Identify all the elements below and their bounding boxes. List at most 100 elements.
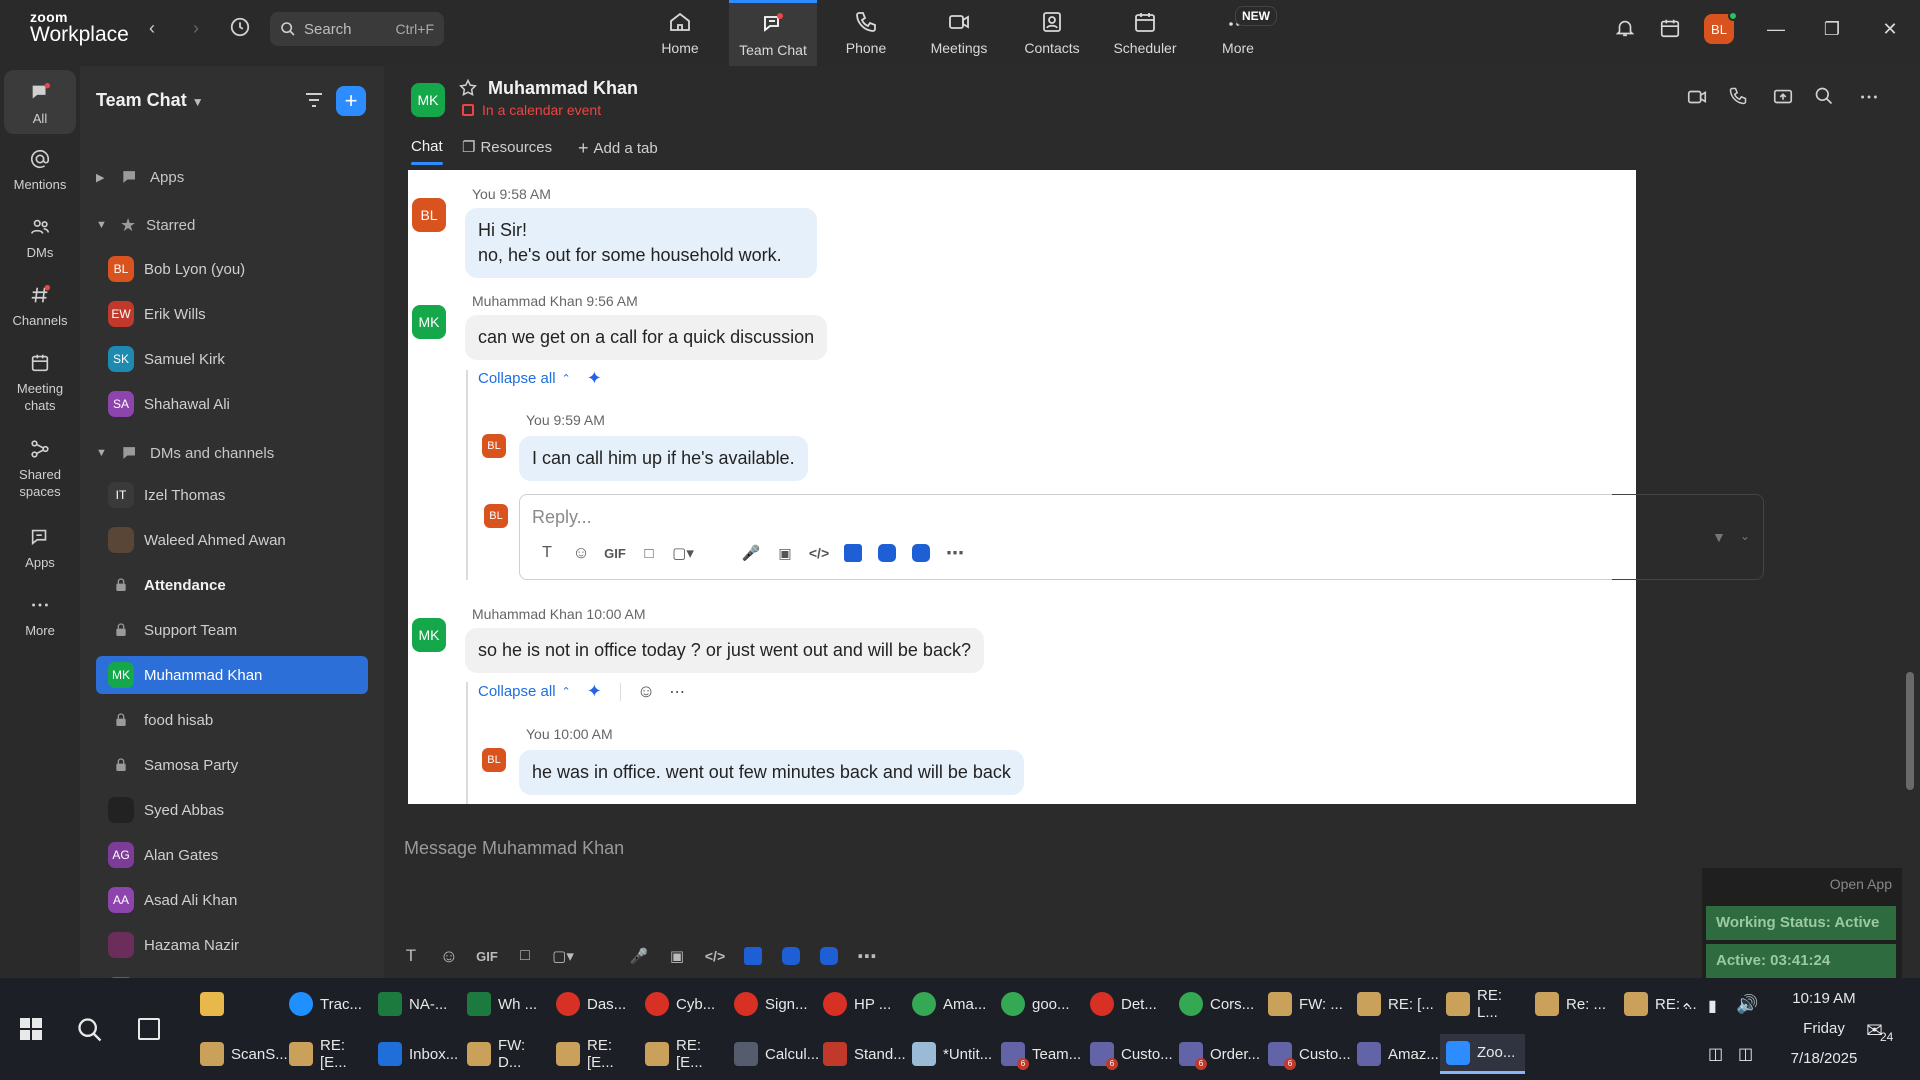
sidebar-item-channel[interactable]: food hisab: [96, 701, 368, 739]
send-icon[interactable]: ▼: [1712, 529, 1726, 545]
taskbar-app[interactable]: FW: D...: [461, 1034, 546, 1074]
taskbar-app[interactable]: Re: ...: [1529, 984, 1614, 1024]
tab-home[interactable]: Home: [636, 0, 724, 66]
taskbar-app[interactable]: NA-...: [372, 984, 457, 1024]
tab-meetings[interactable]: Meetings: [915, 0, 1003, 66]
taskbar-app[interactable]: Sign...: [728, 984, 813, 1024]
message-bubble[interactable]: so he is not in office today ? or just w…: [465, 628, 984, 673]
tab-team-chat[interactable]: Team Chat: [729, 0, 817, 66]
avatar[interactable]: MK: [412, 618, 446, 652]
app-icon-2[interactable]: [870, 541, 904, 565]
sidebar-item-channel[interactable]: Support Team: [96, 611, 368, 649]
scrollbar-thumb[interactable]: [1906, 672, 1914, 790]
clock-time[interactable]: 10:19 AM: [1774, 990, 1874, 1007]
rail-item-channels[interactable]: Channels: [4, 284, 76, 329]
rail-item-mentions[interactable]: Mentions: [4, 148, 76, 193]
section-dms-channels[interactable]: ▼ DMs and channels: [96, 434, 368, 472]
avatar[interactable]: BL: [482, 748, 506, 772]
sidebar-item-channel[interactable]: Samosa Party: [96, 746, 368, 784]
forward-arrow-icon[interactable]: ›: [184, 16, 208, 40]
taskbar-app[interactable]: 6 Order...: [1173, 1034, 1260, 1074]
sidebar-item-channel[interactable]: IT Izel Thomas: [96, 476, 368, 514]
screenshot-icon[interactable]: ▢▾: [544, 942, 582, 970]
taskbar-app[interactable]: 6 Team...: [995, 1034, 1081, 1074]
taskbar-app[interactable]: goo...: [995, 984, 1080, 1024]
file-icon[interactable]: □: [632, 541, 666, 565]
tab-contacts[interactable]: Contacts: [1008, 0, 1096, 66]
network-icon[interactable]: ◫: [1738, 1044, 1753, 1064]
rail-item-all[interactable]: All: [4, 70, 76, 134]
bell-icon[interactable]: [1613, 17, 1637, 41]
taskbar-app[interactable]: Det...: [1084, 984, 1169, 1024]
app-icon-3[interactable]: [810, 942, 848, 970]
more-icon[interactable]: ⋯: [848, 942, 886, 970]
reply-input[interactable]: Reply... T ☺ GIF □ ▢▾ 🎤 ▣ </> ⋯: [519, 494, 1636, 580]
message-bubble[interactable]: he was in office. went out few minutes b…: [519, 750, 1024, 795]
video-message-icon[interactable]: ▣: [768, 541, 802, 565]
section-apps[interactable]: ▶ Apps: [96, 158, 368, 196]
taskbar-app[interactable]: RE: [...: [1351, 984, 1436, 1024]
contact-avatar[interactable]: MK: [411, 83, 445, 117]
sidebar-item-channel[interactable]: Hazama Nazir: [96, 926, 368, 964]
message-bubble[interactable]: Hi Sir! no, he's out for some household …: [465, 208, 817, 278]
taskbar-app[interactable]: RE: [E...: [639, 1034, 724, 1074]
share-screen-icon[interactable]: [1772, 86, 1796, 110]
task-view-icon[interactable]: [138, 1018, 160, 1040]
emoji-icon[interactable]: ☺: [564, 541, 598, 565]
battery-icon[interactable]: ▮: [1708, 996, 1717, 1016]
rail-item-apps[interactable]: Apps: [4, 526, 76, 571]
search-icon[interactable]: [1814, 86, 1838, 110]
sidebar-item-starred[interactable]: SK Samuel Kirk: [96, 340, 368, 378]
file-icon[interactable]: □: [506, 942, 544, 970]
volume-icon[interactable]: 🔊: [1736, 994, 1758, 1015]
rail-item-dms[interactable]: DMs: [4, 216, 76, 261]
search-bar[interactable]: Search Ctrl+F: [270, 12, 444, 46]
sidebar-title[interactable]: Team Chat ▼: [96, 90, 204, 111]
screenshot-icon[interactable]: ▢▾: [666, 541, 700, 565]
taskbar-app[interactable]: Inbox...: [372, 1034, 458, 1074]
tab-add[interactable]: + Add a tab: [578, 138, 658, 159]
more-options-icon[interactable]: [1858, 86, 1882, 110]
taskbar-app[interactable]: RE: [E...: [550, 1034, 635, 1074]
text-format-icon[interactable]: T: [530, 541, 564, 565]
taskbar-app[interactable]: RE: [E...: [283, 1034, 368, 1074]
tab-chat[interactable]: Chat: [411, 138, 443, 165]
sidebar-item-starred[interactable]: SA Shahawal Ali: [96, 385, 368, 423]
new-chat-button[interactable]: +: [336, 86, 366, 116]
taskbar-app[interactable]: 6 Custo...: [1262, 1034, 1351, 1074]
sidebar-item-channel[interactable]: Waleed Ahmed Awan: [96, 521, 368, 559]
emoji-icon[interactable]: ☺: [430, 942, 468, 970]
taskbar-app[interactable]: 6 Custo...: [1084, 1034, 1173, 1074]
avatar[interactable]: BL: [482, 434, 506, 458]
display-icon[interactable]: ◫: [1708, 1044, 1723, 1064]
gif-icon[interactable]: GIF: [468, 942, 506, 970]
code-icon[interactable]: </>: [696, 942, 734, 970]
app-icon-1[interactable]: [836, 541, 870, 565]
clock-day[interactable]: Friday: [1774, 1020, 1874, 1037]
sparkle-icon[interactable]: ✦: [587, 368, 602, 389]
collapse-all-button[interactable]: Collapse all ⌃ ✦ ☺ ⋯: [478, 681, 685, 702]
taskbar-app[interactable]: Calcul...: [728, 1034, 819, 1074]
sidebar-item-channel[interactable]: Syed Abbas: [96, 791, 368, 829]
more-icon[interactable]: ⋯: [669, 682, 685, 702]
app-icon-3[interactable]: [904, 541, 938, 565]
back-arrow-icon[interactable]: ‹: [140, 16, 164, 40]
windows-start-icon[interactable]: [20, 1018, 42, 1040]
rail-item-shared-spaces[interactable]: Shared spaces: [4, 438, 76, 500]
phone-call-icon[interactable]: [1728, 86, 1752, 110]
star-icon[interactable]: [458, 78, 478, 98]
taskbar-app[interactable]: HP ...: [817, 984, 902, 1024]
taskbar-app[interactable]: [194, 984, 279, 1024]
collapse-all-button[interactable]: Collapse all ⌃ ✦: [478, 368, 602, 389]
open-app-link[interactable]: Open App: [1830, 876, 1892, 892]
microphone-icon[interactable]: 🎤: [734, 541, 768, 565]
taskbar-app[interactable]: RE: L...: [1440, 984, 1525, 1024]
rail-item-more[interactable]: More: [4, 594, 76, 639]
add-reaction-icon[interactable]: ☺: [637, 681, 655, 702]
message-bubble[interactable]: can we get on a call for a quick discuss…: [465, 315, 828, 360]
tab-scheduler[interactable]: Scheduler: [1101, 0, 1189, 66]
taskbar-app[interactable]: Trac...: [283, 984, 368, 1024]
restore-icon[interactable]: ❐: [1820, 17, 1844, 41]
gif-icon[interactable]: GIF: [598, 541, 632, 565]
taskbar-app[interactable]: Ama...: [906, 984, 991, 1024]
